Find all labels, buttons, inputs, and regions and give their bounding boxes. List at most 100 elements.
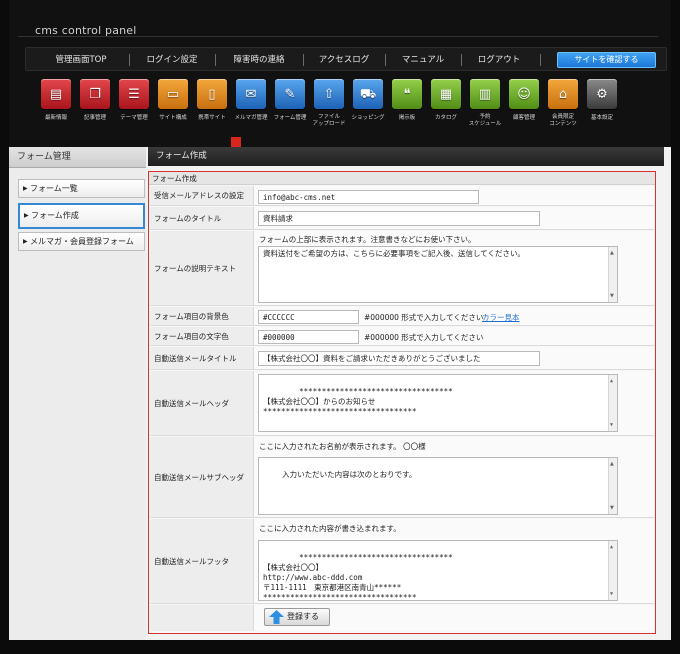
- tool-file-upload[interactable]: ⇧ ファイル アップロード: [310, 79, 348, 128]
- auto-subheader-row: 自動送信メールサブヘッダ ここに入力されたお名前が表示されます。 〇〇様 入力い…: [150, 437, 654, 518]
- auto-title-field[interactable]: 【株式会社〇〇】資料をご請求いただきありがとうございました: [258, 351, 540, 366]
- menu-separator: [540, 54, 541, 66]
- auto-footer-hint: ここに入力された内容が書き込まれます。: [259, 524, 401, 533]
- menu-separator: [461, 54, 462, 66]
- field-label: 自動送信メールヘッダ: [150, 371, 254, 435]
- text-color-row: フォーム項目の文字色 #000000 #000000 形式で入力してください: [150, 327, 654, 346]
- sidebar-item-label: フォーム一覧: [30, 184, 78, 193]
- cart-icon: ⛟: [353, 79, 383, 109]
- menu-logout[interactable]: ログアウト: [464, 48, 534, 72]
- chevron-right-icon: ▶: [24, 212, 29, 219]
- tool-label: 携帯サイト: [198, 115, 226, 121]
- view-site-button[interactable]: サイトを確認する: [557, 52, 656, 68]
- menu-manual[interactable]: マニュアル: [388, 48, 458, 72]
- form-create-panel: フォーム作成 受信メールアドレスの設定 info@abc-cms.net フォー…: [148, 171, 656, 634]
- field-label: 自動送信メールタイトル: [150, 347, 254, 369]
- main-panel: フォーム作成 フォーム作成 受信メールアドレスの設定 info@abc-cms.…: [146, 147, 671, 640]
- sidebar-title: フォーム管理: [9, 147, 146, 168]
- menu-separator: [215, 54, 216, 66]
- bg-color-row: フォーム項目の背景色 #CCCCCC #000000 形式で入力してください カ…: [150, 307, 654, 326]
- scrollbar[interactable]: [608, 458, 617, 514]
- menu-separator: [303, 54, 304, 66]
- tool-customer-manage[interactable]: ☺ 顧客管理: [505, 79, 543, 122]
- menu-access-log[interactable]: アクセスログ: [306, 48, 382, 72]
- page-title: フォーム作成: [148, 147, 664, 166]
- articles-icon: ❐: [80, 79, 110, 109]
- tool-label: ファイル アップロード: [312, 114, 346, 127]
- tool-label: テーマ管理: [120, 115, 148, 121]
- form-title-field[interactable]: 資料請求: [258, 211, 540, 226]
- auto-header-textarea[interactable]: ********************************** 【株式会社…: [258, 374, 618, 432]
- header: cms control panel 管理画面TOP ログイン設定 障害時の連絡 …: [9, 0, 671, 158]
- tool-label: フォーム管理: [273, 115, 307, 121]
- tool-label: 基本設定: [590, 115, 613, 121]
- menu-failure-contact[interactable]: 障害時の連絡: [218, 48, 300, 72]
- tool-label: 記事管理: [83, 115, 106, 121]
- description-text: 資料送付をご希望の方は、こちらに必要事項をご記入後、送信してください。: [263, 249, 526, 258]
- auto-subheader-hint: ここに入力されたお名前が表示されます。 〇〇様: [259, 442, 426, 451]
- sidebar: フォーム管理 ▶ フォーム一覧 ▶ フォーム作成 ▶ メルマガ・会員登録フォーム: [9, 147, 146, 640]
- form-title-row: フォームのタイトル 資料請求: [150, 207, 654, 230]
- tool-form-manage[interactable]: ✎ フォーム管理: [271, 79, 309, 122]
- register-button[interactable]: 登録する: [264, 608, 330, 626]
- text-color-field[interactable]: #000000: [258, 330, 359, 344]
- tool-basic-settings[interactable]: ⚙ 基本設定: [583, 79, 621, 122]
- sidebar-item-label: フォーム作成: [31, 211, 79, 220]
- auto-header-row: 自動送信メールヘッダ *****************************…: [150, 371, 654, 436]
- scrollbar[interactable]: [608, 541, 617, 600]
- newspaper-icon: ▤: [41, 79, 71, 109]
- lock-icon: ⌂: [548, 79, 578, 109]
- tool-mailmag[interactable]: ✉ メルマガ管理: [232, 79, 270, 122]
- tool-member-content[interactable]: ⌂ 会員限定 コンテンツ: [544, 79, 582, 128]
- tool-label: 掲示板: [398, 115, 416, 121]
- tool-label: 最新情報: [44, 115, 67, 121]
- auto-title-row: 自動送信メールタイトル 【株式会社〇〇】資料をご請求いただきありがとうございまし…: [150, 347, 654, 370]
- tool-reservation[interactable]: ▥ 予約 スケジュール: [466, 79, 504, 128]
- auto-footer-textarea[interactable]: ********************************** 【株式会社…: [258, 540, 618, 601]
- menu-admin-top[interactable]: 管理画面TOP: [36, 48, 126, 72]
- email-field[interactable]: info@abc-cms.net: [258, 190, 479, 204]
- scrollbar[interactable]: [608, 375, 617, 431]
- color-sample-link[interactable]: カラー見本: [482, 312, 520, 323]
- tool-label: サイト構成: [159, 115, 187, 121]
- description-hint: フォームの上部に表示されます。注意書きなどにお使い下さい。: [259, 235, 476, 244]
- tool-label: カタログ: [434, 115, 457, 121]
- auto-footer-row: 自動送信メールフッタ ここに入力された内容が書き込まれます。 *********…: [150, 519, 654, 604]
- mobile-icon: ▯: [197, 79, 227, 109]
- bg-color-format-note: #000000 形式で入力してください: [364, 313, 484, 322]
- sidebar-item-form-list[interactable]: ▶ フォーム一覧: [18, 179, 145, 198]
- scrollbar[interactable]: [608, 247, 617, 302]
- tool-label: 予約 スケジュール: [468, 114, 502, 127]
- tool-catalog[interactable]: ▦ カタログ: [427, 79, 465, 122]
- field-label: 自動送信メールサブヘッダ: [150, 437, 254, 517]
- menu-separator: [129, 54, 130, 66]
- chevron-right-icon: ▶: [23, 238, 28, 245]
- tool-bar: ▤ 最新情報 ❐ 記事管理 ☰ テーマ管理 ▭ サイト構成 ▯ 携帯サイト ✉ …: [37, 79, 657, 139]
- sidebar-item-member-form[interactable]: ▶ メルマガ・会員登録フォーム: [18, 232, 145, 251]
- sidebar-item-form-create[interactable]: ▶ フォーム作成: [18, 203, 145, 229]
- tool-label: 会員限定 コンテンツ: [549, 114, 577, 127]
- auto-subheader-textarea[interactable]: 入力いただいた内容は次のとおりです。: [258, 457, 618, 515]
- menu-login-settings[interactable]: ログイン設定: [132, 48, 212, 72]
- field-label: フォーム項目の背景色: [150, 307, 254, 325]
- submit-row: 登録する: [150, 605, 654, 631]
- bg-color-field[interactable]: #CCCCCC: [258, 310, 359, 324]
- header-divider: [18, 36, 658, 37]
- tool-latest-info[interactable]: ▤ 最新情報: [37, 79, 75, 122]
- tool-theme-manage[interactable]: ☰ テーマ管理: [115, 79, 153, 122]
- auto-header-text: ********************************** 【株式会社…: [263, 387, 453, 416]
- sidebar-item-label: メルマガ・会員登録フォーム: [30, 237, 134, 246]
- list-icon: ☰: [119, 79, 149, 109]
- chat-icon: ❝: [392, 79, 422, 109]
- tool-site-structure[interactable]: ▭ サイト構成: [154, 79, 192, 122]
- auto-footer-text: ********************************** 【株式会社…: [263, 553, 453, 601]
- tool-mobile-site[interactable]: ▯ 携帯サイト: [193, 79, 231, 122]
- tool-article-manage[interactable]: ❐ 記事管理: [76, 79, 114, 122]
- text-color-format-note: #000000 形式で入力してください: [364, 333, 484, 342]
- field-label: 受信メールアドレスの設定: [150, 186, 254, 205]
- tool-bbs[interactable]: ❝ 掲示板: [388, 79, 426, 122]
- description-textarea[interactable]: 資料送付をご希望の方は、こちらに必要事項をご記入後、送信してください。: [258, 246, 618, 303]
- tool-shopping[interactable]: ⛟ ショッピング: [349, 79, 387, 122]
- field-label: フォームのタイトル: [150, 207, 254, 229]
- email-row: 受信メールアドレスの設定 info@abc-cms.net: [150, 186, 654, 206]
